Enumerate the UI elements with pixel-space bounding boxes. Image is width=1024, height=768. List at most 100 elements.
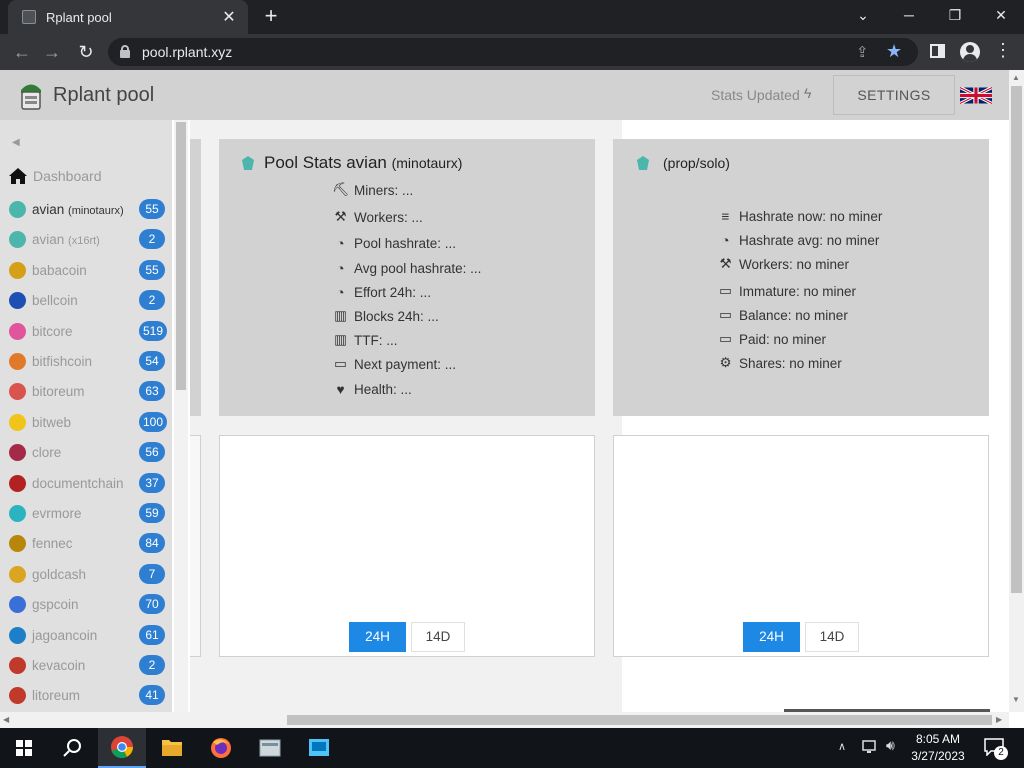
sidebar-item-avian[interactable]: avian (x16rt) 2 <box>0 225 172 253</box>
coin-name-text: bitoreum <box>32 384 85 400</box>
sidebar-item-kevacoin[interactable]: kevacoin 2 <box>0 651 172 679</box>
coin-name: evrmore <box>32 506 82 521</box>
taskbar-firefox-button[interactable] <box>197 728 245 768</box>
browser-toolbar: ← → ↻ pool.rplant.xyz ⇪ ★ <box>0 34 1024 70</box>
tray-chevron-icon[interactable]: ∧ <box>838 740 846 753</box>
money-icon: ▭ <box>719 283 732 298</box>
clock-date[interactable]: 3/27/2023 <box>908 749 968 763</box>
uk-flag-icon[interactable] <box>960 87 992 104</box>
avian-coin-icon <box>242 156 254 170</box>
solo-stats-card: (prop/solo) ≡ Hashrate now: no miner ◔ Hash… <box>613 139 989 416</box>
folder-icon <box>162 740 182 756</box>
taskbar-chrome-button[interactable] <box>98 728 146 768</box>
coin-worker-count-badge: 7 <box>139 563 165 584</box>
collapse-sidebar-icon[interactable]: ◀ <box>12 137 20 148</box>
reload-icon[interactable]: ↻ <box>74 40 98 64</box>
sidebar-item-bitoreum[interactable]: bitoreum 63 <box>0 377 172 405</box>
back-arrow-icon[interactable]: ← <box>10 40 34 64</box>
search-icon <box>63 739 81 757</box>
side-panel-icon[interactable] <box>930 44 945 58</box>
avian-coin-icon <box>637 156 649 170</box>
sidebar-item-jagoancoin[interactable]: jagoancoin 61 <box>0 621 172 649</box>
gauge-icon: ◔ <box>721 232 730 248</box>
sidebar-item-gspcoin[interactable]: gspcoin 70 <box>0 590 172 618</box>
coin-worker-count-badge: 519 <box>139 320 168 341</box>
scroll-right-icon[interactable]: ▶ <box>996 715 1002 724</box>
minimize-button[interactable]: ─ <box>886 0 932 30</box>
tab-close-icon[interactable]: ✕ <box>218 7 240 27</box>
taskbar-search-button[interactable] <box>48 728 96 768</box>
close-window-button[interactable]: ✕ <box>978 0 1024 30</box>
coin-icon <box>9 626 26 644</box>
sidebar-item-evrmore[interactable]: evrmore 59 <box>0 499 172 527</box>
sidebar-item-fennec[interactable]: fennec 84 <box>0 529 172 557</box>
sidebar-item-clore[interactable]: clore 56 <box>0 438 172 466</box>
taskbar-app-button[interactable] <box>246 728 294 768</box>
forward-arrow-icon[interactable]: → <box>40 40 64 64</box>
sidebar-scrollbar[interactable] <box>174 120 188 712</box>
stat-row: ▭ Next payment: ... <box>332 354 456 374</box>
taskbar-rdp-button[interactable] <box>295 728 343 768</box>
coin-icon <box>9 261 26 279</box>
coin-worker-count-badge: 84 <box>139 533 165 554</box>
rplant-logo-icon[interactable] <box>18 81 44 111</box>
clock-time[interactable]: 8:05 AM <box>908 732 968 746</box>
horizontal-scroll-thumb[interactable] <box>287 715 992 725</box>
sidebar-item-documentchain[interactable]: documentchain 37 <box>0 469 172 497</box>
money-icon: ▭ <box>719 331 732 346</box>
sidebar-item-bitfishcoin[interactable]: bitfishcoin 54 <box>0 347 172 375</box>
bookmark-star-icon[interactable]: ★ <box>886 41 902 62</box>
chart-14d-button[interactable]: 14D <box>805 622 859 652</box>
sidebar-item-babacoin[interactable]: babacoin 55 <box>0 256 172 284</box>
new-tab-button[interactable]: + <box>258 4 284 30</box>
sidebar-scroll-thumb[interactable] <box>176 122 186 390</box>
coin-name: bitfishcoin <box>32 354 92 369</box>
chart-14d-button[interactable]: 14D <box>411 622 465 652</box>
sidebar-item-avian[interactable]: avian (minotaurx) 55 <box>0 195 172 223</box>
stat-label: Workers: no miner <box>739 256 850 272</box>
browser-tab[interactable]: Rplant pool ✕ <box>8 0 248 34</box>
sidebar-item-dashboard[interactable]: Dashboard <box>8 165 102 187</box>
pool-stats-subtitle: (minotaurx) <box>391 155 463 171</box>
vertical-scrollbar[interactable]: ▲ ▼ <box>1009 70 1024 712</box>
horizontal-scrollbar[interactable]: ◀ ▶ <box>0 712 1009 728</box>
sidebar-item-goldcash[interactable]: goldcash 7 <box>0 560 172 588</box>
sidebar-item-bitcore[interactable]: bitcore 519 <box>0 317 172 345</box>
coin-icon <box>9 565 26 583</box>
restore-button[interactable]: ❐ <box>932 0 978 30</box>
scroll-left-icon[interactable]: ◀ <box>3 715 9 724</box>
sidebar: ◀ Dashboard avian (minotaurx) 55 avian (x1… <box>0 120 172 712</box>
coin-icon <box>9 444 26 462</box>
chart-24h-button[interactable]: 24H <box>349 622 406 652</box>
vertical-scroll-thumb[interactable] <box>1011 86 1022 593</box>
sidebar-item-bellcoin[interactable]: bellcoin 2 <box>0 286 172 314</box>
chart-24h-button[interactable]: 24H <box>743 622 800 652</box>
start-button[interactable] <box>0 728 48 768</box>
taskbar-explorer-button[interactable] <box>148 728 196 768</box>
sidebar-item-litoreum[interactable]: litoreum 41 <box>0 681 172 709</box>
settings-button[interactable]: SETTINGS <box>833 75 955 115</box>
tab-search-icon[interactable]: ⌄ <box>840 0 886 30</box>
scroll-up-icon[interactable]: ▲ <box>1012 73 1020 82</box>
coin-icon <box>9 383 26 401</box>
url-text[interactable]: pool.rplant.xyz <box>142 44 232 60</box>
money-icon: ▭ <box>719 307 732 322</box>
sidebar-item-bitweb[interactable]: bitweb 100 <box>0 408 172 436</box>
coin-icon <box>9 413 26 431</box>
scroll-down-icon[interactable]: ▼ <box>1012 695 1020 704</box>
profile-icon[interactable] <box>960 42 980 62</box>
share-icon[interactable]: ⇪ <box>856 43 869 61</box>
heartbeat-icon: ♥ <box>336 381 345 397</box>
volume-icon[interactable]: 🔊︎ <box>886 737 895 754</box>
stat-row: ⛏ Miners: ... <box>332 180 413 200</box>
site-title[interactable]: Rplant pool <box>53 84 154 107</box>
coin-name: gspcoin <box>32 597 79 612</box>
address-bar[interactable]: pool.rplant.xyz ⇪ ★ <box>108 38 918 66</box>
coin-name: kevacoin <box>32 658 85 673</box>
stat-row: ▭ Balance: no miner <box>717 305 848 325</box>
coin-worker-count-badge: 54 <box>139 351 165 371</box>
coin-icon <box>9 292 26 310</box>
gauge-icon: ◔ <box>336 235 345 251</box>
browser-menu-icon[interactable]: ⋮ <box>994 40 1012 61</box>
network-icon[interactable] <box>862 740 880 754</box>
